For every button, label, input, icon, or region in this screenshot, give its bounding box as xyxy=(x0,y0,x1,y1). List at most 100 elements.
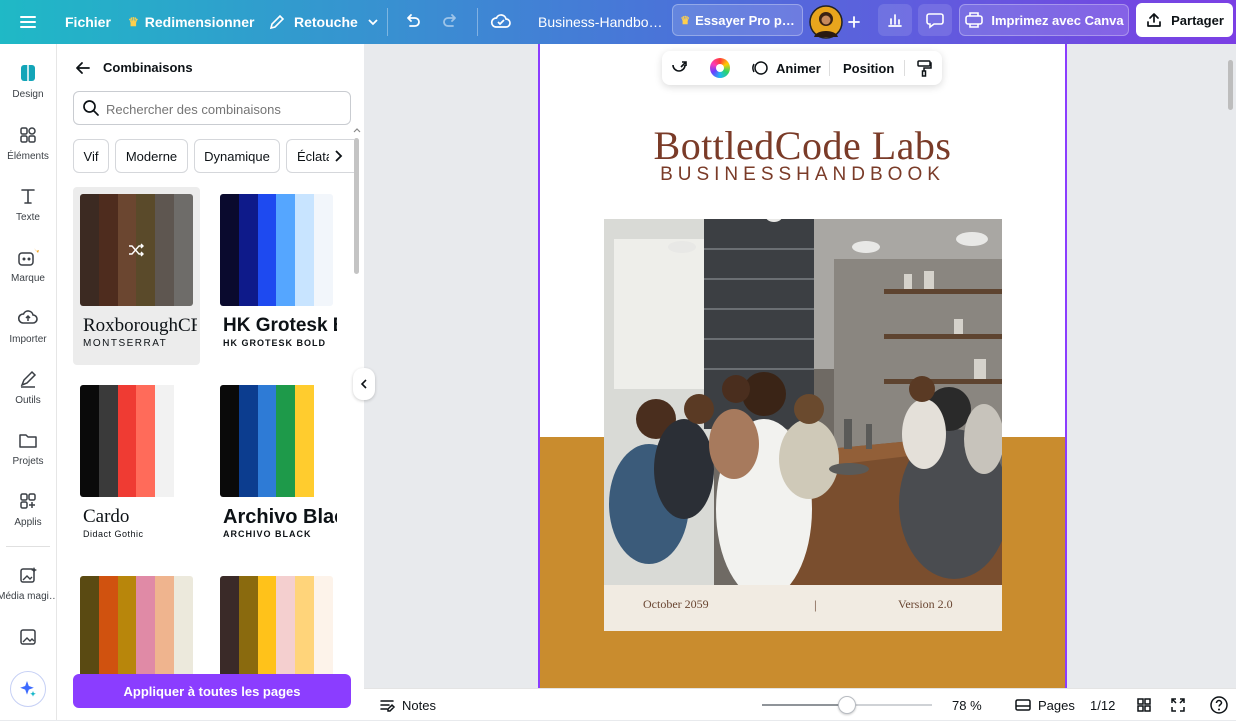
rail-item-projects[interactable]: Projets xyxy=(0,429,56,467)
notes-button[interactable]: Notes xyxy=(378,689,436,721)
redo-icon[interactable] xyxy=(440,0,462,44)
apply-all-pages-button[interactable]: Appliquer à toutes les pages xyxy=(73,674,351,708)
print-label: Imprimez avec Canva xyxy=(991,12,1124,28)
swatch xyxy=(257,576,277,688)
back-arrow-icon[interactable] xyxy=(73,58,93,78)
insights-icon[interactable] xyxy=(878,4,912,36)
crown-icon: ♛ xyxy=(680,14,691,27)
rail-label: Applis xyxy=(14,517,42,528)
palette-card[interactable]: HK Grotesk Bold HK GROTESK BOLD xyxy=(213,187,340,365)
grid-view-icon[interactable] xyxy=(1135,689,1153,721)
edit-menu-button[interactable]: Retouche xyxy=(268,0,380,44)
swatch xyxy=(220,385,239,497)
try-pro-label: Essayer Pro p… xyxy=(695,12,795,28)
heading-font-name: Cardo xyxy=(83,506,130,527)
magic-edit-icon[interactable] xyxy=(668,57,690,79)
design-page[interactable]: BottledCode Labs BUSINESSHANDBOOK Octobe… xyxy=(538,44,1067,688)
rail-item-magic-media[interactable]: Média magi… xyxy=(0,564,59,602)
text-icon xyxy=(21,189,35,204)
menu-icon[interactable] xyxy=(18,0,38,44)
fullscreen-icon[interactable] xyxy=(1169,689,1187,721)
page-counter[interactable]: 1/12 xyxy=(1090,689,1115,721)
print-with-canva-button[interactable]: Imprimez avec Canva xyxy=(959,4,1129,36)
zoom-slider-thumb[interactable] xyxy=(838,696,856,714)
rail-item-apps[interactable]: Applis xyxy=(0,490,56,528)
swatch xyxy=(155,194,175,306)
zoom-slider[interactable] xyxy=(762,696,932,714)
comment-icon[interactable] xyxy=(918,4,952,36)
rail-item-upload[interactable]: Importer xyxy=(0,307,56,345)
scrollbar[interactable] xyxy=(353,126,361,306)
rail-item-brand[interactable]: Marque xyxy=(0,246,56,284)
swatch xyxy=(174,385,193,497)
share-button[interactable]: Partager xyxy=(1136,3,1233,37)
add-collaborator-icon[interactable] xyxy=(846,0,862,44)
avatar[interactable] xyxy=(809,0,843,44)
swatch xyxy=(238,194,258,306)
magic-assistant-button[interactable] xyxy=(10,671,46,707)
document-title[interactable]: Business-Handbo… xyxy=(538,0,663,44)
rail-item-text[interactable]: Texte xyxy=(0,185,56,223)
cloud-save-icon[interactable] xyxy=(490,0,512,44)
rail-item-photos[interactable] xyxy=(0,626,56,648)
palette-card[interactable]: RoxboroughCF MONTSERRAT xyxy=(73,187,200,365)
document-date[interactable]: October 2059 xyxy=(643,597,709,612)
swatch xyxy=(238,385,258,497)
footer-strip: October 2059 | Version 2.0 xyxy=(604,585,1002,631)
rail-item-design[interactable]: Design xyxy=(0,62,56,100)
canvas-scrollbar-thumb[interactable] xyxy=(1228,60,1233,110)
format-painter-icon[interactable] xyxy=(914,58,934,78)
swatch xyxy=(155,576,175,688)
search-box[interactable] xyxy=(73,91,351,125)
filter-moderne[interactable]: Moderne xyxy=(115,139,188,173)
try-pro-button[interactable]: ♛ Essayer Pro p… xyxy=(672,4,803,36)
shuffle-icon[interactable] xyxy=(127,241,145,259)
swatch xyxy=(174,194,193,306)
animate-button[interactable]: Animer xyxy=(750,51,821,85)
shapes-icon xyxy=(20,127,36,143)
document-title[interactable]: BottledCode Labs xyxy=(540,122,1065,169)
zoom-level[interactable]: 78 % xyxy=(952,689,982,721)
team-meeting-photo[interactable] xyxy=(604,219,1002,585)
pages-button[interactable]: Pages xyxy=(1014,689,1075,721)
folder-icon xyxy=(19,434,37,448)
printer-icon xyxy=(965,12,984,28)
swatch xyxy=(98,385,118,497)
scrollbar-thumb[interactable] xyxy=(354,138,359,274)
file-menu-button[interactable]: Fichier xyxy=(65,0,111,44)
position-button[interactable]: Position xyxy=(843,51,894,85)
rail-item-elements[interactable]: Éléments xyxy=(0,124,56,162)
resize-button[interactable]: ♛ Redimensionner xyxy=(128,0,254,44)
swatch-strip xyxy=(220,576,333,688)
swatch xyxy=(314,385,333,497)
swatch xyxy=(80,385,99,497)
search-input[interactable] xyxy=(106,99,344,119)
magic-media-icon xyxy=(20,567,37,583)
animate-icon xyxy=(752,61,768,75)
body-font-name: ARCHIVO BLACK xyxy=(223,529,312,539)
swatch xyxy=(220,576,239,688)
undo-icon[interactable] xyxy=(401,0,423,44)
rail-label: Média magi… xyxy=(0,591,59,602)
palette-card[interactable]: Cardo Didact Gothic xyxy=(73,378,200,556)
chevron-right-icon[interactable] xyxy=(329,147,347,165)
swatch xyxy=(98,194,118,306)
filter-vif[interactable]: Vif xyxy=(73,139,109,173)
rail-label: Projets xyxy=(12,456,44,467)
apps-icon xyxy=(20,493,36,509)
help-icon[interactable] xyxy=(1209,689,1229,721)
swatch xyxy=(257,194,277,306)
swatch xyxy=(80,576,99,688)
edit-label: Retouche xyxy=(294,14,358,30)
bottom-bar: Notes 78 % Pages 1/12 xyxy=(364,688,1236,720)
color-picker-icon[interactable] xyxy=(710,58,730,78)
document-version[interactable]: Version 2.0 xyxy=(898,597,953,612)
rail-item-tools[interactable]: Outils xyxy=(0,368,56,406)
collapse-panel-button[interactable] xyxy=(353,368,375,400)
palette-card[interactable]: Archivo Black ARCHIVO BLACK xyxy=(213,378,340,556)
heading-font-name: HK Grotesk Bold xyxy=(223,315,337,336)
filter-dynamique[interactable]: Dynamique xyxy=(194,139,280,173)
document-subtitle[interactable]: BUSINESSHANDBOOK xyxy=(540,164,1065,186)
swatch xyxy=(295,385,315,497)
swatch xyxy=(98,576,118,688)
